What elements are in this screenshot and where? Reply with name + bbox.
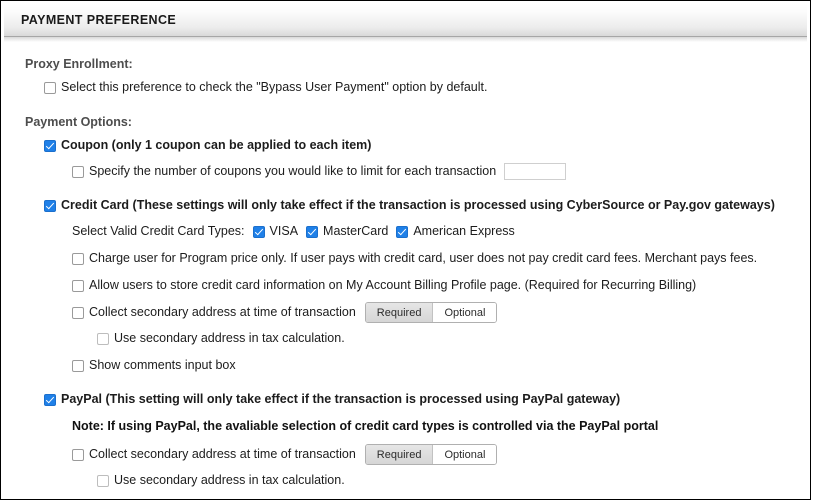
- cc-secondary-address-tax-label: Use secondary address in tax calculation…: [114, 331, 345, 345]
- coupon-limit-label: Specify the number of coupons you would …: [89, 164, 497, 178]
- credit-card-checkbox[interactable]: [44, 199, 56, 212]
- charge-program-price-row[interactable]: Charge user for Program price only. If u…: [25, 248, 810, 269]
- paypal-secondary-address-tax-label: Use secondary address in tax calculation…: [114, 473, 345, 487]
- card-type-visa-checkbox[interactable]: [252, 225, 265, 238]
- panel-header: PAYMENT PREFERENCE: [4, 4, 807, 42]
- credit-card-row[interactable]: Credit Card (These settings will only ta…: [25, 195, 810, 216]
- paypal-secondary-address-tax-checkbox[interactable]: [97, 474, 109, 487]
- show-comments-row[interactable]: Show comments input box: [25, 355, 810, 376]
- payment-preference-panel: PAYMENT PREFERENCE Proxy Enrollment: Sel…: [0, 0, 811, 500]
- paypal-secondary-address-label: Collect secondary address at time of tra…: [89, 447, 356, 461]
- paypal-note-row: Note: If using PayPal, the avaliable sel…: [25, 416, 810, 437]
- bypass-user-payment-label: Select this preference to check the "Byp…: [61, 80, 488, 94]
- store-card-info-checkbox[interactable]: [72, 279, 84, 292]
- coupon-checkbox[interactable]: [44, 139, 56, 152]
- coupon-limit-row[interactable]: Specify the number of coupons you would …: [25, 161, 810, 182]
- payment-options-label: Payment Options:: [25, 115, 132, 129]
- panel-body: Proxy Enrollment: Select this preference…: [1, 37, 810, 499]
- cc-secondary-address-label: Collect secondary address at time of tra…: [89, 305, 356, 319]
- paypal-secondary-address-toggle[interactable]: Required Optional: [364, 444, 498, 465]
- charge-program-price-checkbox[interactable]: [72, 252, 84, 265]
- cc-secondary-address-checkbox[interactable]: [72, 306, 84, 319]
- cc-secondary-address-row[interactable]: Collect secondary address at time of tra…: [25, 302, 810, 323]
- coupon-label: Coupon (only 1 coupon can be applied to …: [61, 138, 372, 152]
- card-type-visa-label: VISA: [269, 224, 299, 238]
- bypass-user-payment-checkbox[interactable]: [44, 81, 56, 94]
- card-type-amex-checkbox[interactable]: [396, 225, 409, 238]
- card-type-mastercard-checkbox[interactable]: [306, 225, 319, 238]
- paypal-secondary-address-checkbox[interactable]: [72, 448, 84, 461]
- cc-secondary-address-tax-row[interactable]: Use secondary address in tax calculation…: [25, 328, 810, 349]
- proxy-enrollment-label: Proxy Enrollment:: [25, 57, 133, 71]
- paypal-note-text: Note: If using PayPal, the avaliable sel…: [72, 419, 659, 433]
- cc-secondary-address-tax-checkbox[interactable]: [97, 332, 109, 345]
- paypal-secondary-address-optional-option[interactable]: Optional: [433, 445, 497, 464]
- cc-secondary-address-optional-option[interactable]: Optional: [433, 303, 497, 322]
- paypal-secondary-address-row[interactable]: Collect secondary address at time of tra…: [25, 444, 810, 465]
- store-card-info-label: Allow users to store credit card informa…: [89, 278, 697, 292]
- cc-secondary-address-toggle[interactable]: Required Optional: [364, 302, 498, 323]
- show-comments-label: Show comments input box: [89, 358, 236, 372]
- coupon-limit-input[interactable]: [504, 163, 567, 180]
- card-types-row: Select Valid Credit Card Types: VISA Mas…: [25, 221, 810, 242]
- show-comments-checkbox[interactable]: [72, 359, 84, 372]
- charge-program-price-label: Charge user for Program price only. If u…: [89, 251, 758, 265]
- card-type-mastercard-label: MasterCard: [323, 224, 389, 238]
- card-types-label: Select Valid Credit Card Types:: [72, 224, 245, 238]
- paypal-row[interactable]: PayPal (This setting will only take effe…: [25, 389, 810, 410]
- coupon-row[interactable]: Coupon (only 1 coupon can be applied to …: [25, 135, 810, 156]
- paypal-label: PayPal (This setting will only take effe…: [61, 392, 621, 406]
- store-card-info-row[interactable]: Allow users to store credit card informa…: [25, 275, 810, 296]
- card-type-amex-label: American Express: [413, 224, 515, 238]
- bypass-user-payment-row[interactable]: Select this preference to check the "Byp…: [25, 77, 810, 98]
- coupon-limit-checkbox[interactable]: [72, 165, 84, 178]
- paypal-checkbox[interactable]: [44, 393, 56, 406]
- page-title: PAYMENT PREFERENCE: [21, 13, 177, 27]
- paypal-secondary-address-required-option[interactable]: Required: [365, 445, 434, 464]
- credit-card-label: Credit Card (These settings will only ta…: [61, 198, 775, 212]
- cc-secondary-address-required-option[interactable]: Required: [365, 303, 434, 322]
- paypal-secondary-address-tax-row[interactable]: Use secondary address in tax calculation…: [25, 470, 810, 491]
